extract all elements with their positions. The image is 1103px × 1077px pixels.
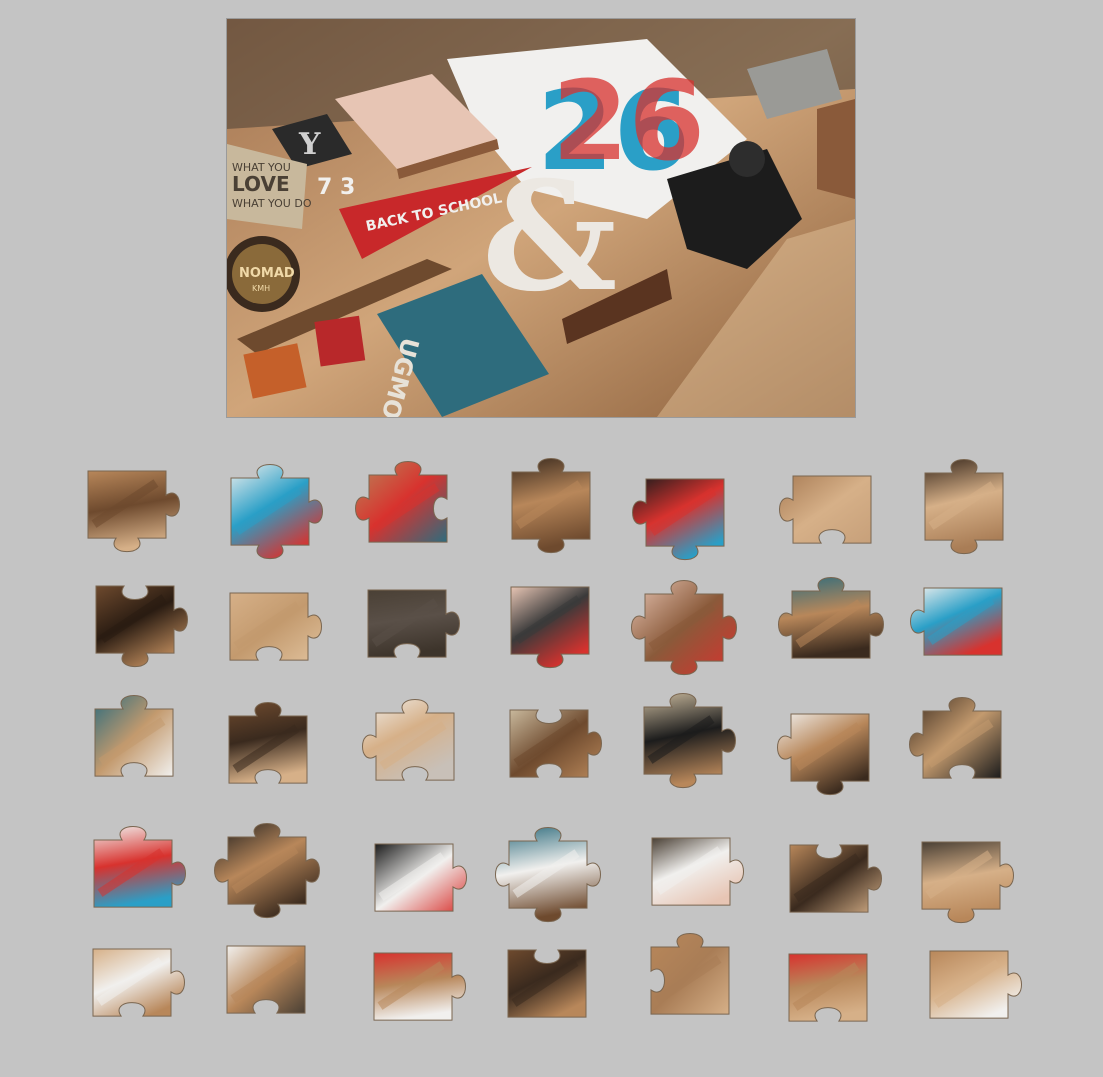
piece-r3c3-outline	[362, 699, 455, 781]
piece-r5c7[interactable]	[908, 929, 1030, 1040]
piece-r5c6-shape[interactable]	[767, 932, 889, 1043]
piece-r3c1[interactable]	[73, 687, 195, 798]
piece-r3c6[interactable]	[769, 692, 891, 803]
piece-r1c2-shape[interactable]	[209, 456, 331, 567]
y-letter: Y	[298, 127, 321, 162]
piece-r4c2-shape[interactable]	[206, 815, 328, 926]
piece-r1c3-shape[interactable]	[347, 453, 469, 564]
piece-tray	[0, 430, 1103, 1050]
piece-r3c5-shape[interactable]	[622, 685, 744, 796]
piece-r3c7[interactable]	[901, 689, 1023, 800]
piece-r2c1[interactable]	[74, 564, 196, 675]
piece-r2c6-shape[interactable]	[770, 569, 892, 680]
piece-r1c3-outline	[355, 461, 448, 543]
piece-r1c5-shape[interactable]	[624, 457, 746, 568]
piece-r2c3-outline	[367, 589, 460, 658]
piece-r1c2-outline	[230, 464, 323, 560]
svg-text:KMH: KMH	[252, 284, 270, 293]
piece-r3c6-shape[interactable]	[769, 692, 891, 803]
piece-r2c2-outline	[229, 592, 322, 661]
piece-r2c1-outline	[95, 585, 188, 668]
piece-r3c5[interactable]	[622, 685, 744, 796]
piece-r2c6[interactable]	[770, 569, 892, 680]
red-tin	[314, 315, 366, 367]
piece-r4c3-shape[interactable]	[353, 822, 475, 933]
piece-r2c5[interactable]	[623, 572, 745, 683]
piece-r5c7-outline	[929, 950, 1022, 1019]
piece-r1c1-outline	[87, 470, 180, 553]
piece-r3c5-outline	[643, 693, 736, 789]
piece-r2c5-shape[interactable]	[623, 572, 745, 683]
piece-r3c7-shape[interactable]	[901, 689, 1023, 800]
piece-r1c1-shape[interactable]	[66, 449, 188, 560]
piece-r5c1[interactable]	[71, 927, 193, 1038]
piece-r4c6-outline	[789, 844, 882, 913]
svg-text:WHAT YOU DO: WHAT YOU DO	[232, 197, 312, 210]
piece-r3c7-outline	[909, 697, 1002, 779]
piece-r4c5[interactable]	[630, 816, 752, 927]
piece-r2c2[interactable]	[208, 571, 330, 682]
piece-r1c6[interactable]	[771, 454, 893, 565]
piece-r4c7-shape[interactable]	[900, 820, 1022, 931]
piece-r3c4[interactable]	[488, 688, 610, 799]
piece-r5c2[interactable]	[205, 924, 327, 1035]
piece-r4c1[interactable]	[72, 818, 194, 929]
piece-r4c7[interactable]	[900, 820, 1022, 931]
piece-r5c6[interactable]	[767, 932, 889, 1043]
piece-r4c6-shape[interactable]	[768, 823, 890, 934]
piece-r1c4-shape[interactable]	[490, 450, 612, 561]
piece-r1c1[interactable]	[66, 449, 188, 560]
piece-r1c6-shape[interactable]	[771, 454, 893, 565]
piece-r2c7[interactable]	[902, 566, 1024, 677]
piece-r3c1-shape[interactable]	[73, 687, 195, 798]
piece-r5c4-shape[interactable]	[486, 928, 608, 1039]
piece-r5c3-outline	[373, 952, 466, 1021]
piece-r4c1-shape[interactable]	[72, 818, 194, 929]
piece-r5c7-shape[interactable]	[908, 929, 1030, 1040]
piece-r5c1-shape[interactable]	[71, 927, 193, 1038]
piece-r1c7-shape[interactable]	[903, 451, 1025, 562]
piece-r3c2-shape[interactable]	[207, 694, 329, 805]
piece-r2c7-shape[interactable]	[902, 566, 1024, 677]
piece-r1c4[interactable]	[490, 450, 612, 561]
piece-r4c7-outline	[921, 841, 1014, 924]
piece-r4c5-outline	[651, 837, 744, 906]
piece-r5c2-shape[interactable]	[205, 924, 327, 1035]
piece-r1c2[interactable]	[209, 456, 331, 567]
piece-r2c4-shape[interactable]	[489, 565, 611, 676]
piece-r2c1-shape[interactable]	[74, 564, 196, 675]
piece-r1c3[interactable]	[347, 453, 469, 564]
piece-r3c3[interactable]	[354, 691, 476, 802]
reference-photo: 26 26 Y 7 3 WHAT YOU LOVE WHAT YOU DO NO…	[227, 19, 855, 417]
piece-r4c3-outline	[374, 843, 467, 912]
piece-r3c4-outline	[509, 709, 602, 778]
piece-r4c5-shape[interactable]	[630, 816, 752, 927]
piece-r4c3[interactable]	[353, 822, 475, 933]
piece-r3c3-shape[interactable]	[354, 691, 476, 802]
piece-r3c2[interactable]	[207, 694, 329, 805]
leather-roll	[817, 99, 855, 199]
piece-r5c4[interactable]	[486, 928, 608, 1039]
piece-r5c3[interactable]	[352, 931, 474, 1042]
svg-text:LOVE: LOVE	[232, 172, 290, 196]
piece-r5c1-outline	[92, 948, 185, 1017]
piece-r2c2-shape[interactable]	[208, 571, 330, 682]
number-blocks: 7 3	[317, 175, 355, 200]
piece-r2c3-shape[interactable]	[346, 568, 468, 679]
piece-r2c4[interactable]	[489, 565, 611, 676]
piece-r1c7[interactable]	[903, 451, 1025, 562]
piece-r1c5[interactable]	[624, 457, 746, 568]
piece-r3c4-shape[interactable]	[488, 688, 610, 799]
piece-r5c3-shape[interactable]	[352, 931, 474, 1042]
piece-r4c6[interactable]	[768, 823, 890, 934]
svg-text:NOMAD: NOMAD	[239, 266, 295, 281]
reference-image: 26 26 Y 7 3 WHAT YOU LOVE WHAT YOU DO NO…	[226, 18, 856, 418]
piece-r4c4[interactable]	[487, 819, 609, 930]
piece-r5c5[interactable]	[629, 925, 751, 1036]
piece-r4c4-shape[interactable]	[487, 819, 609, 930]
piece-r4c2[interactable]	[206, 815, 328, 926]
piece-r2c3[interactable]	[346, 568, 468, 679]
ampersand-sculpture: &	[482, 149, 617, 325]
piece-r5c5-shape[interactable]	[629, 925, 751, 1036]
